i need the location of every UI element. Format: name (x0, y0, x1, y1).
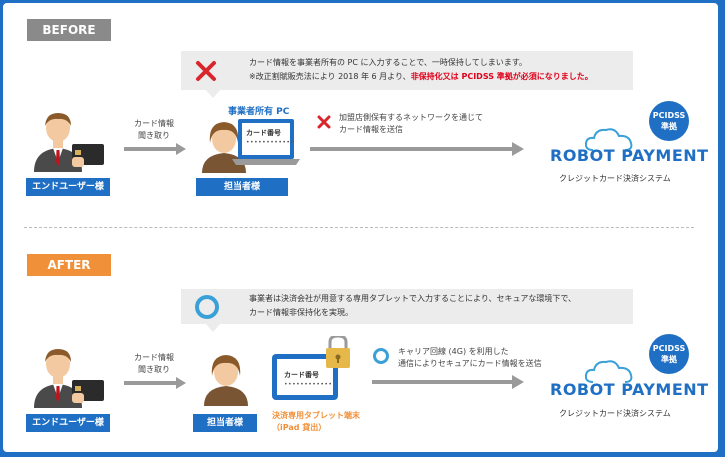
pcidss-line1: PCIDSS (652, 111, 686, 120)
section-divider (24, 227, 694, 228)
before-callout-pointer (205, 89, 221, 98)
after-callout-line1: 事業者は決済会社が用意する専用タブレットで入力することにより、セキュアな環境下で… (249, 294, 577, 303)
brand-name: ROBOT PAYMENT (550, 380, 709, 399)
brand-logo: ROBOT PAYMENT (550, 380, 709, 399)
before-callout-warning: 非保持化又は PCIDSS 準拠が必須になりました。 (410, 72, 593, 81)
hearing-line1: カード情報 (134, 119, 174, 128)
before-callout-line1: カード情報を事業者所有の PC に入力することで、一時保持してしまいます。 (249, 58, 527, 67)
end-user-label: エンドユーザー様 (26, 178, 110, 196)
x-mark-icon (196, 61, 216, 81)
end-user-icon (34, 113, 104, 172)
network-line1: 加盟店側保有するネットワークを通じて (339, 113, 483, 122)
tablet-caption-line1: 決済専用タブレット端末 (272, 411, 360, 420)
before-tag: BEFORE (27, 19, 111, 41)
before-callout-line2-prefix: ※改正割賦販売法により 2018 年 6 月より、 (249, 72, 411, 81)
after-callout: 事業者は決済会社が用意する専用タブレットで入力することにより、セキュアな環境下で… (181, 289, 633, 324)
network-line2: カード情報を送信 (339, 125, 403, 134)
end-user-label: エンドユーザー様 (26, 414, 110, 432)
hearing-text-after: カード情報 聞き取り (124, 352, 184, 376)
staff-label: 担当者様 (193, 414, 257, 432)
before-callout-line2: ※改正割賦販売法により 2018 年 6 月より、非保持化又は PCIDSS 準… (249, 70, 593, 84)
circle-mark-icon (195, 295, 219, 319)
network-text: 加盟店側保有するネットワークを通じて カード情報を送信 (339, 112, 483, 136)
arrow-right-icon (124, 143, 186, 155)
pc-screen-mask: •••••••••••• (246, 139, 295, 146)
hearing-line2: 聞き取り (138, 365, 170, 374)
tablet-caption: 決済専用タブレット端末 （iPad 貸出） (272, 410, 360, 434)
after-tag: AFTER (27, 254, 111, 276)
tablet-caption-line2: （iPad 貸出） (272, 423, 327, 432)
staff-icon (204, 355, 248, 406)
end-user-icon (34, 349, 104, 408)
brand-subtitle: クレジットカード決済システム (559, 174, 671, 183)
pcidss-line1: PCIDSS (652, 344, 686, 353)
pc-screen-title: カード番号 (246, 129, 281, 137)
staff-label: 担当者様 (196, 178, 288, 196)
carrier-text: キャリア回線 (4G) を利用した 通信によりセキュアにカード情報を送信 (398, 346, 542, 370)
hearing-line2: 聞き取り (138, 131, 170, 140)
pcidss-badge: PCIDSS 準拠 (649, 101, 689, 141)
hearing-text-before: カード情報 聞き取り (124, 118, 184, 142)
brand-name: ROBOT PAYMENT (550, 146, 709, 165)
tablet-screen-mask: •••••••••••• (284, 381, 333, 388)
hearing-line1: カード情報 (134, 353, 174, 362)
x-mark-icon (317, 115, 331, 129)
circle-mark-icon (373, 348, 389, 364)
arrow-right-icon (124, 377, 186, 389)
carrier-line1: キャリア回線 (4G) を利用した (398, 347, 509, 356)
tablet-screen-title: カード番号 (284, 371, 319, 379)
after-callout-pointer (205, 323, 221, 332)
arrow-right-long-icon (372, 375, 524, 389)
pcidss-badge: PCIDSS 準拠 (649, 334, 689, 374)
after-callout-line2: カード情報非保持化を実現。 (249, 308, 353, 317)
carrier-line2: 通信によりセキュアにカード情報を送信 (398, 359, 542, 368)
brand-subtitle: クレジットカード決済システム (559, 409, 671, 418)
pcidss-line2: 準拠 (661, 355, 677, 364)
pcidss-line2: 準拠 (661, 122, 677, 131)
pc-label: 事業者所有 PC (228, 107, 290, 117)
brand-logo: ROBOT PAYMENT (550, 146, 709, 165)
arrow-right-long-icon (310, 142, 524, 156)
before-callout: カード情報を事業者所有の PC に入力することで、一時保持してしまいます。 ※改… (181, 51, 633, 90)
